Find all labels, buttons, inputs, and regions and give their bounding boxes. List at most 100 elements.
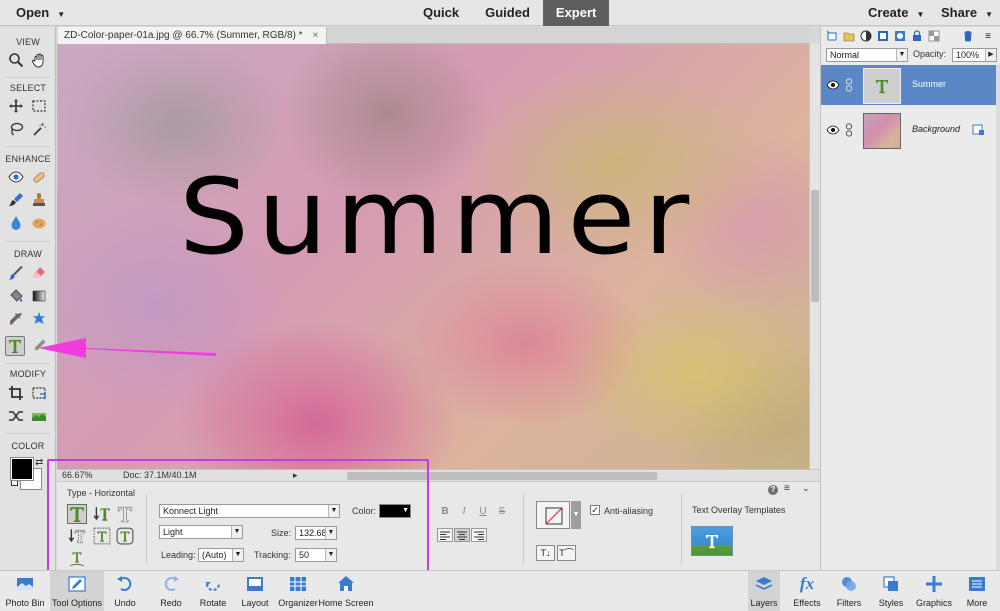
move-tool-icon[interactable] — [6, 96, 26, 116]
foreground-color-swatch[interactable] — [10, 457, 34, 481]
new-adjustment-layer-icon[interactable] — [859, 29, 873, 43]
text-color-picker[interactable]: ▼ — [379, 504, 411, 518]
layer-mask-icon[interactable] — [893, 29, 907, 43]
layout-button[interactable]: Layout — [239, 571, 271, 611]
lock-all-icon[interactable] — [910, 29, 924, 43]
tab-quick[interactable]: Quick — [410, 0, 472, 26]
horizontal-type-tool-icon[interactable] — [5, 336, 25, 356]
type-vertical-mask-icon[interactable] — [67, 526, 87, 546]
tool-options-button[interactable]: Tool Options — [50, 571, 104, 611]
tracking-dropdown[interactable]: 50 ▼ — [295, 548, 337, 562]
marquee-tool-icon[interactable] — [29, 96, 49, 116]
warp-dropdown-arrow[interactable]: ▼ — [571, 501, 581, 529]
effects-button[interactable]: fx Effects — [790, 571, 824, 611]
eyedropper-tool-icon[interactable] — [6, 309, 26, 329]
align-right-button[interactable] — [471, 528, 487, 542]
underline-button[interactable]: U — [475, 504, 491, 518]
leading-dropdown[interactable]: (Auto) ▼ — [198, 548, 244, 562]
close-tab-icon[interactable]: × — [313, 30, 319, 41]
font-size-field[interactable]: 132.68 ▼ — [295, 526, 337, 540]
text-on-shape-icon[interactable] — [115, 526, 135, 546]
new-layer-icon[interactable] — [825, 29, 839, 43]
hand-tool-icon[interactable] — [29, 50, 49, 70]
layer-row-background[interactable]: Background — [821, 110, 996, 150]
status-menu-icon[interactable]: ▸ — [293, 470, 298, 481]
spot-healing-tool-icon[interactable] — [29, 167, 49, 187]
background-lock-icon[interactable] — [972, 123, 985, 136]
lock-transparent-icon[interactable] — [927, 29, 941, 43]
opacity-field[interactable]: 100% ▶ — [952, 48, 997, 62]
layers-panel-menu-icon[interactable]: ≡ — [981, 29, 995, 43]
blend-mode-dropdown[interactable]: Normal ▼ — [826, 48, 908, 62]
filters-button[interactable]: Filters — [833, 571, 865, 611]
photo-bin-button[interactable]: Photo Bin — [2, 571, 48, 611]
crop-tool-icon[interactable] — [6, 383, 26, 403]
paint-bucket-tool-icon[interactable] — [6, 286, 26, 306]
text-orientation-icon[interactable]: T↓ — [536, 545, 555, 561]
organizer-button[interactable]: Organizer — [278, 571, 318, 611]
recompose-tool-icon[interactable] — [29, 383, 49, 403]
rotate-button[interactable]: Rotate — [196, 571, 230, 611]
delete-layer-icon[interactable] — [961, 29, 975, 43]
straighten-tool-icon[interactable] — [29, 406, 49, 426]
help-icon[interactable]: ? — [768, 485, 778, 495]
bold-button[interactable]: B — [437, 504, 453, 518]
red-eye-tool-icon[interactable] — [6, 167, 26, 187]
font-family-dropdown[interactable]: Konnect Light ▼ — [159, 504, 340, 518]
more-button[interactable]: More — [962, 571, 992, 611]
sponge-tool-icon[interactable] — [29, 213, 49, 233]
type-vertical-icon[interactable] — [92, 504, 112, 524]
brush-tool-icon[interactable] — [6, 263, 26, 283]
italic-button[interactable]: I — [456, 504, 472, 518]
tab-expert[interactable]: Expert — [542, 0, 610, 26]
magic-wand-tool-icon[interactable] — [29, 119, 49, 139]
graphics-button[interactable]: Graphics — [915, 571, 953, 611]
align-left-button[interactable] — [437, 528, 453, 542]
canvas-text-layer[interactable]: Summer — [179, 156, 698, 278]
tab-guided[interactable]: Guided — [472, 0, 543, 26]
clone-stamp-tool-icon[interactable] — [29, 190, 49, 210]
layer-row-summer[interactable]: Summer — [821, 65, 996, 105]
warp-text-button[interactable] — [536, 501, 570, 529]
swap-colors-icon[interactable]: ⇄ — [35, 457, 43, 468]
blur-tool-icon[interactable] — [6, 213, 26, 233]
text-overlay-templates-button[interactable] — [691, 526, 733, 556]
panel-menu-icon[interactable]: ≡ — [784, 483, 790, 494]
visibility-eye-icon[interactable] — [826, 124, 840, 136]
text-on-selection-icon[interactable] — [92, 526, 112, 546]
text-on-path-icon[interactable] — [67, 548, 87, 568]
font-style-dropdown[interactable]: Light ▼ — [159, 525, 243, 539]
anti-aliasing-checkbox[interactable]: ✓ — [590, 505, 600, 515]
eraser-tool-icon[interactable] — [29, 263, 49, 283]
type-horizontal-mask-icon[interactable] — [115, 504, 135, 524]
align-center-button[interactable] — [454, 528, 470, 542]
link-icon[interactable] — [845, 78, 853, 92]
fill-layer-icon[interactable] — [876, 29, 890, 43]
collapse-chevron-icon[interactable]: ⌄ — [802, 483, 810, 494]
strikethrough-button[interactable]: S — [494, 504, 510, 518]
layers-button[interactable]: Layers — [748, 571, 780, 611]
lasso-tool-icon[interactable] — [6, 119, 26, 139]
image-canvas[interactable]: Summer — [57, 44, 809, 469]
custom-shape-tool-icon[interactable] — [29, 309, 49, 329]
create-menu[interactable]: Create ▼ — [868, 5, 924, 20]
zoom-tool-icon[interactable] — [6, 50, 26, 70]
link-icon[interactable] — [845, 123, 853, 137]
new-group-icon[interactable] — [842, 29, 856, 43]
vertical-scrollbar[interactable] — [809, 44, 820, 469]
home-screen-button[interactable]: Home Screen — [318, 571, 374, 611]
layers-scrollbar[interactable] — [996, 65, 1000, 570]
redo-button[interactable]: Redo — [156, 571, 186, 611]
type-horizontal-icon[interactable] — [67, 504, 87, 524]
document-tab[interactable]: ZD-Color-paper-01a.jpg @ 66.7% (Summer, … — [58, 27, 328, 44]
share-menu[interactable]: Share ▼ — [941, 5, 993, 20]
undo-button[interactable]: Undo — [110, 571, 140, 611]
text-on-path-reset-icon[interactable]: T⌒ — [557, 545, 576, 561]
content-aware-move-tool-icon[interactable] — [6, 406, 26, 426]
horizontal-scroll-thumb[interactable] — [347, 472, 657, 480]
styles-button[interactable]: Styles — [876, 571, 906, 611]
open-menu[interactable]: Open ▼ — [16, 5, 65, 20]
visibility-eye-icon[interactable] — [826, 79, 840, 91]
default-colors-icon[interactable] — [11, 479, 18, 486]
vertical-scroll-thumb[interactable] — [811, 190, 819, 302]
